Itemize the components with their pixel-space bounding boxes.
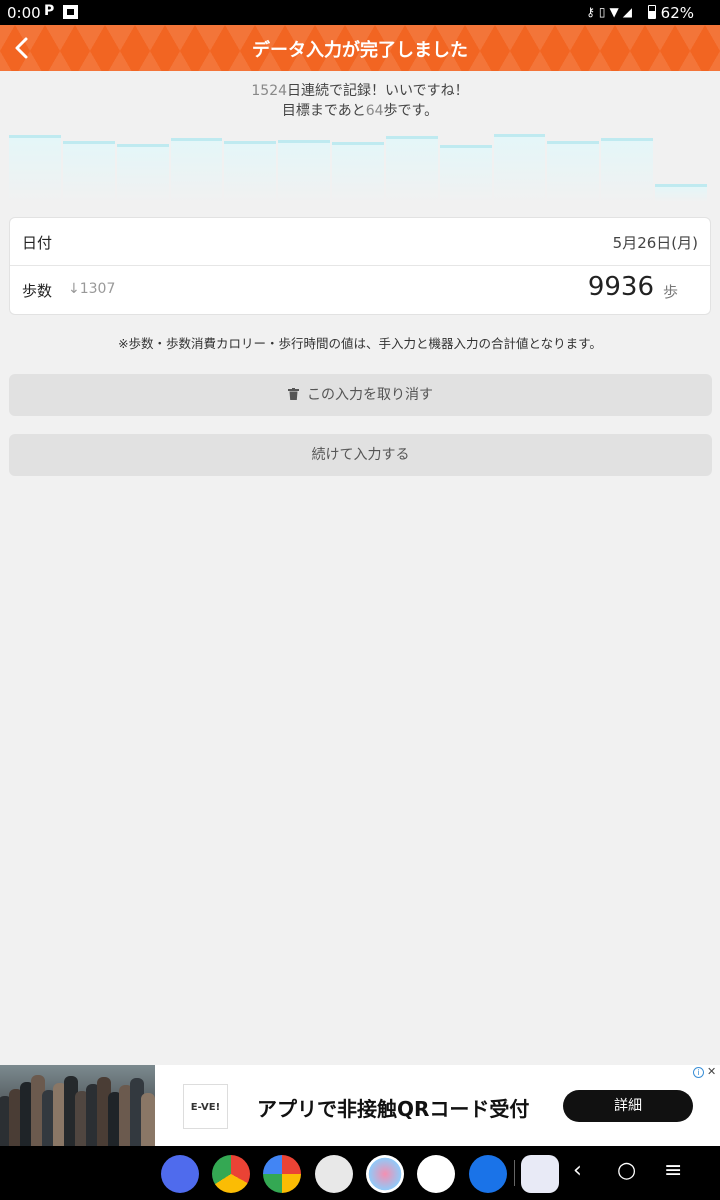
record-card: 日付 5月26日(月) 歩数 ↓1307 9936 歩 xyxy=(9,217,711,315)
steps-history-chart xyxy=(8,128,708,202)
messages-icon[interactable] xyxy=(161,1155,199,1193)
continue-input-button[interactable]: 続けて入力する xyxy=(9,434,712,476)
cancel-entry-button[interactable]: この入力を取り消す xyxy=(9,374,712,416)
battery-level: 62% xyxy=(660,4,694,22)
wifi-icon: ▼ xyxy=(609,5,623,19)
chart-bar xyxy=(385,136,438,202)
status-bar: 0:00 P ⚷▯▼◢ 62% xyxy=(0,0,720,25)
streak-message: 1524日連続で記録！いいですね！ xyxy=(0,80,720,100)
chart-bar xyxy=(332,142,384,202)
back-nav-button[interactable]: ‹ xyxy=(573,1158,582,1183)
chart-bar xyxy=(655,183,707,202)
home-button[interactable]: ○ xyxy=(617,1158,636,1183)
goal-text-pre: 目標まであと xyxy=(281,103,366,119)
goal-message: 目標まであと64歩です。 xyxy=(0,100,720,120)
chart-bar xyxy=(9,135,61,202)
steps-row: 歩数 ↓1307 9936 歩 xyxy=(10,266,710,314)
date-label: 日付 xyxy=(22,234,53,252)
battery-icon xyxy=(648,5,656,19)
parking-notification-icon: P xyxy=(44,3,55,19)
key-icon: ⚷ xyxy=(586,5,599,19)
ad-close-icon[interactable]: ✕ xyxy=(707,1065,716,1078)
photos-icon[interactable] xyxy=(263,1155,301,1193)
chrome-icon[interactable] xyxy=(212,1155,250,1193)
settings-icon[interactable] xyxy=(469,1155,507,1193)
ad-logo: E-VE! xyxy=(183,1084,228,1129)
streak-text: 日連続で記録！いいですね！ xyxy=(287,83,469,99)
chart-bar xyxy=(439,144,492,202)
image-notification-icon xyxy=(63,5,78,19)
steps-value: 9936 xyxy=(587,272,654,302)
ad-text[interactable]: アプリで非接触QRコード受付 xyxy=(257,1093,529,1122)
date-row: 日付 5月26日(月) xyxy=(10,218,710,266)
cancel-entry-label: この入力を取り消す xyxy=(307,387,433,403)
page-title: データ入力が完了しました xyxy=(252,40,468,61)
ad-info-icon[interactable]: i xyxy=(693,1067,704,1078)
date-value: 5月26日(月) xyxy=(612,234,698,252)
clock: 0:00 xyxy=(7,4,41,22)
chart-bar xyxy=(116,144,169,202)
maps-icon[interactable] xyxy=(417,1155,455,1193)
system-navbar: ‹ ○ ≡ xyxy=(0,1146,720,1200)
chart-bar xyxy=(601,137,654,202)
remaining-steps: 64 xyxy=(365,103,384,119)
nav-separator xyxy=(514,1160,515,1186)
recents-button[interactable]: ≡ xyxy=(664,1158,682,1183)
chart-bar xyxy=(224,140,277,202)
ad-detail-button[interactable]: 詳細 xyxy=(563,1090,693,1122)
vibrate-icon: ▯ xyxy=(598,5,610,19)
chart-bar xyxy=(278,139,331,202)
steps-delta: ↓1307 xyxy=(68,281,116,297)
goal-text-post: 歩です。 xyxy=(383,103,439,119)
ad-banner[interactable]: E-VE! アプリで非接触QRコード受付 詳細 i ✕ xyxy=(0,1065,720,1146)
apps-icon[interactable] xyxy=(521,1155,559,1193)
steps-unit: 歩 xyxy=(662,283,678,301)
chart-bar xyxy=(547,140,600,202)
crowd-person xyxy=(141,1093,155,1146)
steps-label: 歩数 xyxy=(22,282,53,300)
gallery-icon[interactable] xyxy=(366,1155,404,1193)
system-status-icons: ⚷▯▼◢ xyxy=(586,5,636,19)
streak-days: 1524 xyxy=(251,83,288,99)
signal-icon: ◢ xyxy=(622,5,636,19)
chart-bar xyxy=(170,138,223,202)
chart-bar xyxy=(493,134,546,202)
app-header: データ入力が完了しました xyxy=(0,25,720,71)
chart-bar xyxy=(62,140,115,202)
trash-icon xyxy=(288,375,299,400)
camera-icon[interactable] xyxy=(315,1155,353,1193)
sum-note: ※歩数・歩数消費カロリー・歩行時間の値は、手入力と機器入力の合計値となります。 xyxy=(118,336,602,351)
ad-photo[interactable] xyxy=(0,1065,155,1146)
